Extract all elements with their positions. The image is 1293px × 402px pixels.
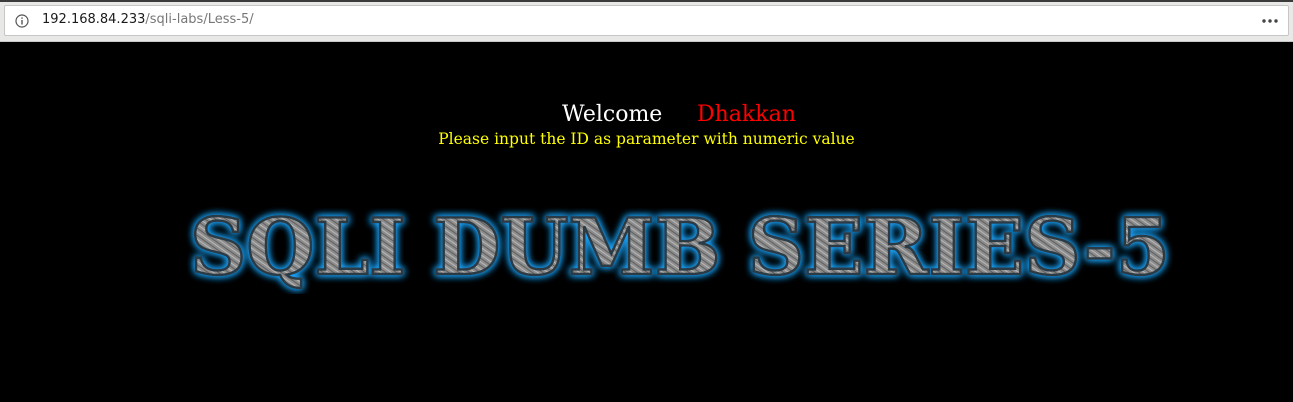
- welcome-label: Welcome: [562, 102, 663, 127]
- instruction-text: Please input the ID as parameter with nu…: [438, 130, 855, 148]
- address-bar[interactable]: 192.168.84.233/sqli-labs/Less-5/: [4, 5, 1289, 36]
- banner-title-image: SQLI DUMB SERIES-5: [180, 204, 1180, 294]
- url-text[interactable]: 192.168.84.233/sqli-labs/Less-5/: [42, 12, 254, 27]
- more-horizontal-icon[interactable]: [1260, 14, 1280, 28]
- window-top-edge: [0, 0, 1293, 2]
- url-host: 192.168.84.233: [42, 12, 146, 27]
- banner-title-graphic: SQLI DUMB SERIES-5: [189, 204, 1172, 294]
- url-path: /sqli-labs/Less-5/: [145, 12, 254, 27]
- browser-toolbar: 192.168.84.233/sqli-labs/Less-5/: [0, 0, 1293, 42]
- page-content: Welcome Dhakkan Please input the ID as p…: [0, 42, 1293, 402]
- info-icon[interactable]: [15, 14, 29, 28]
- banner-title-text: SQLI DUMB SERIES-5: [190, 204, 1170, 293]
- welcome-username: Dhakkan: [697, 102, 796, 127]
